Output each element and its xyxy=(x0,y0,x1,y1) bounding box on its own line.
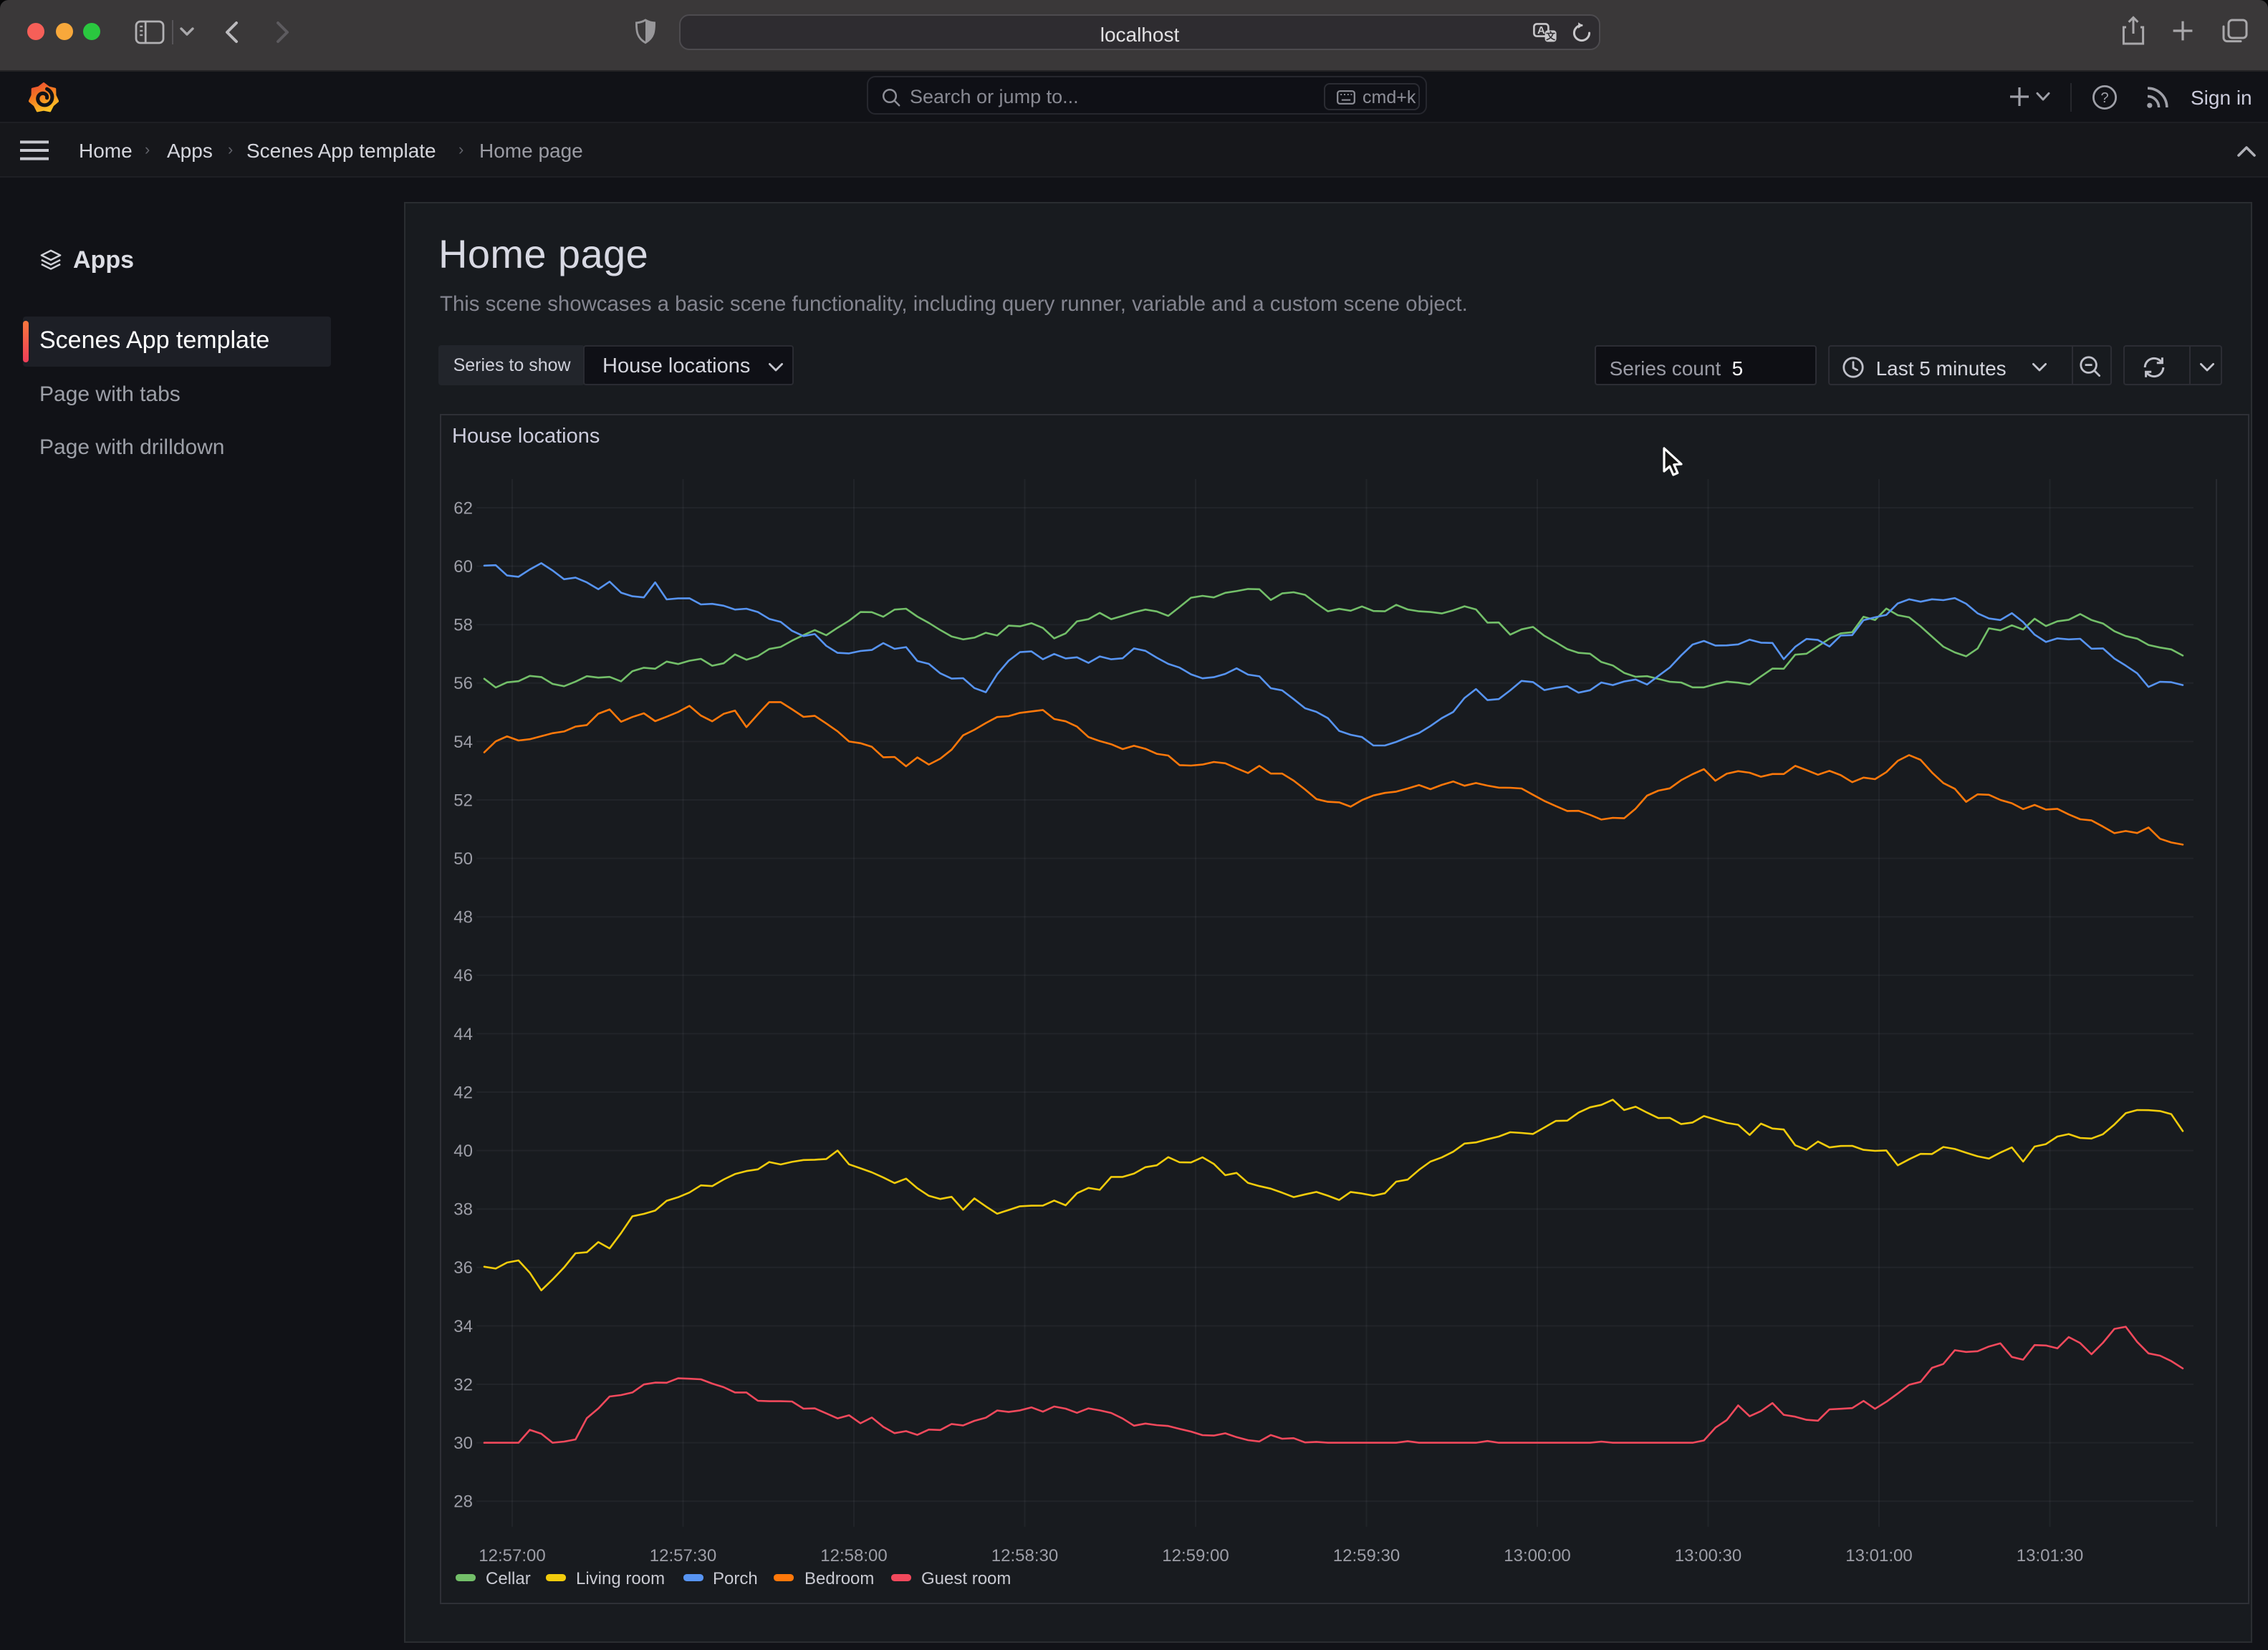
svg-text:?: ? xyxy=(2100,90,2108,106)
svg-text:A: A xyxy=(1537,24,1545,36)
svg-text:文: 文 xyxy=(1546,30,1556,41)
